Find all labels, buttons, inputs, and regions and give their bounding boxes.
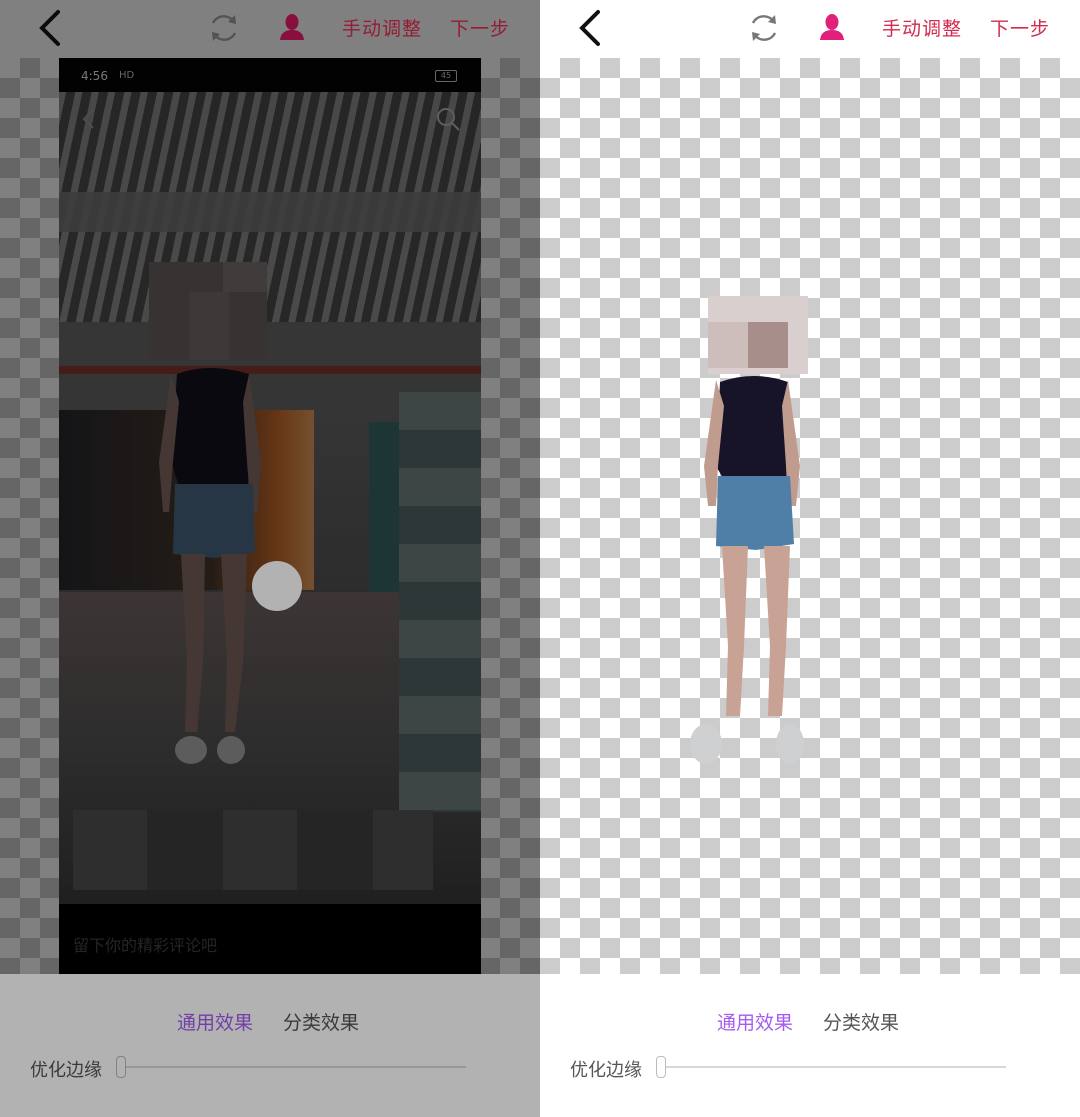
top-bar: 手动调整 下一步 bbox=[0, 0, 540, 58]
bottom-controls: 通用效果 分类效果 优化边缘 bbox=[0, 974, 540, 1117]
tab-general-effect[interactable]: 通用效果 bbox=[717, 1008, 793, 1035]
slider-thumb[interactable] bbox=[116, 1056, 126, 1078]
source-photo bbox=[59, 92, 481, 904]
tab-category-effect[interactable]: 分类效果 bbox=[283, 1008, 359, 1035]
back-arrow-icon[interactable] bbox=[36, 8, 66, 48]
optimize-edge-slider[interactable] bbox=[122, 1066, 466, 1068]
optimize-edge-label: 优化边缘 bbox=[570, 1060, 642, 1081]
bottom-controls: 通用效果 分类效果 优化边缘 bbox=[540, 974, 1080, 1117]
refresh-icon[interactable] bbox=[746, 10, 782, 46]
refresh-icon[interactable] bbox=[206, 10, 242, 46]
tab-general-effect[interactable]: 通用效果 bbox=[177, 1008, 253, 1035]
top-bar: 手动调整 下一步 bbox=[540, 0, 1080, 58]
status-time: 4:56 bbox=[81, 69, 108, 83]
manual-adjust-button[interactable]: 手动调整 bbox=[882, 14, 962, 41]
person-icon[interactable] bbox=[279, 13, 305, 41]
status-signal: HD bbox=[119, 70, 135, 81]
battery-indicator: 45 bbox=[435, 70, 457, 82]
pixelation-bottom bbox=[73, 810, 433, 890]
optimize-edge-label: 优化边缘 bbox=[30, 1060, 102, 1081]
right-panel: 手动调整 下一步 通用效果 分类效果 优化边缘 bbox=[540, 0, 1080, 1117]
left-panel: 4:56 HD 45 留下你的精彩评论吧 手动调整 下一步 通用效果 分类效果 … bbox=[0, 0, 540, 1117]
tab-category-effect[interactable]: 分类效果 bbox=[823, 1008, 899, 1035]
next-step-button[interactable]: 下一步 bbox=[450, 14, 510, 41]
next-step-button[interactable]: 下一步 bbox=[990, 14, 1050, 41]
photo-ceiling-band bbox=[59, 192, 481, 232]
source-person bbox=[149, 262, 267, 764]
optimize-edge-slider[interactable] bbox=[662, 1066, 1006, 1068]
back-arrow-icon[interactable] bbox=[576, 8, 606, 48]
pixelation-right bbox=[399, 392, 481, 812]
embedded-screenshot: 4:56 HD 45 留下你的精彩评论吧 bbox=[59, 58, 481, 974]
person-icon[interactable] bbox=[819, 13, 845, 41]
comment-bar: 留下你的精彩评论吧 bbox=[59, 904, 481, 974]
chevron-left-icon bbox=[82, 109, 94, 129]
manual-adjust-button[interactable]: 手动调整 bbox=[342, 14, 422, 41]
search-icon bbox=[437, 108, 460, 131]
cutout-person bbox=[690, 296, 808, 764]
status-bar: 4:56 HD 45 bbox=[59, 58, 481, 92]
comment-placeholder: 留下你的精彩评论吧 bbox=[73, 936, 218, 955]
slider-thumb[interactable] bbox=[656, 1056, 666, 1078]
touch-indicator bbox=[252, 561, 302, 611]
